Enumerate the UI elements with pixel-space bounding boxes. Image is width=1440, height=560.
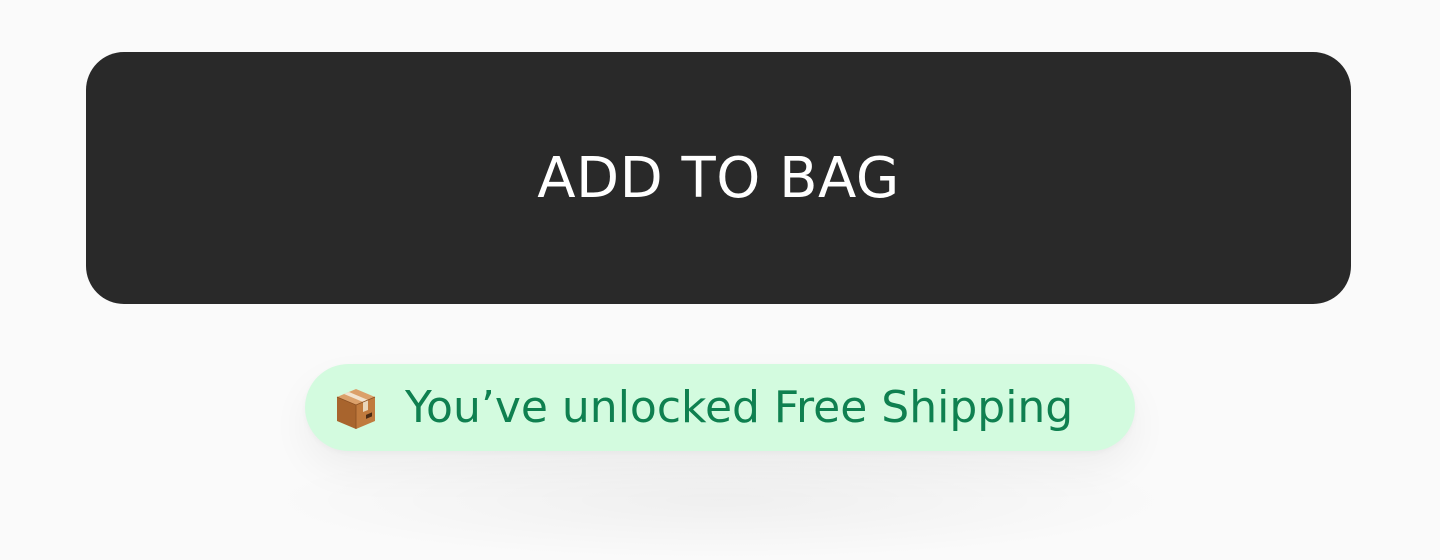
package-icon <box>336 388 376 429</box>
add-to-bag-button[interactable]: ADD TO BAG <box>86 52 1351 304</box>
free-shipping-notice: You’ve unlocked Free Shipping <box>305 364 1135 451</box>
free-shipping-text: You’ve unlocked Free Shipping <box>405 382 1074 433</box>
notice-shadow-glow <box>260 440 1180 560</box>
